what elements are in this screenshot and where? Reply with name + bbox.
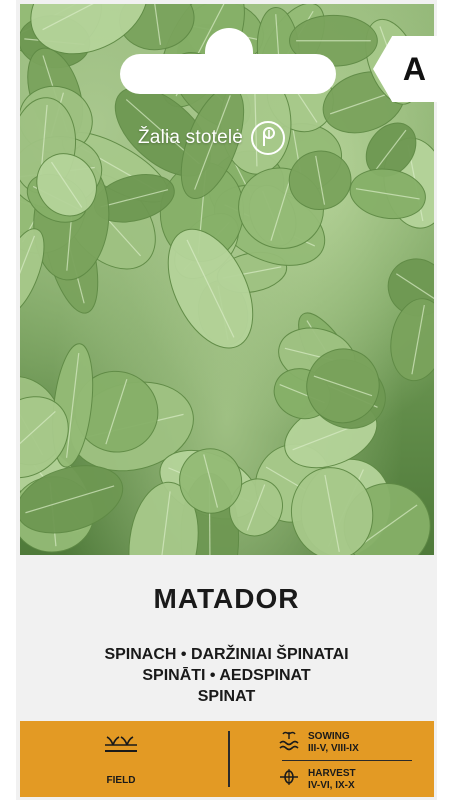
info-row-divider (282, 760, 412, 761)
spinach-leaf (390, 298, 434, 382)
growing-info-bar: FIELD SOWING III-V, VIII-IX HARVEST IV-V… (20, 721, 434, 797)
crop-names-line-2: SPINĀTI • AEDSPINAT (142, 667, 311, 684)
field-rows-icon (76, 733, 166, 755)
brand-lockup: Žalia stotelė (138, 118, 286, 158)
leaf-logo-icon (251, 121, 286, 155)
harvest-text: HARVEST IV-VI, IX-X (308, 768, 356, 792)
info-divider (228, 731, 230, 787)
grade-letter: A (402, 50, 426, 87)
sowing-label: SOWING (308, 730, 350, 742)
variety-name: MATADOR (153, 583, 300, 614)
sowing-text: SOWING III-V, VIII-IX (308, 731, 359, 755)
field-info: FIELD (76, 733, 166, 786)
packet-hanger-slot (120, 54, 336, 94)
crop-names-line-3: SPINAT (197, 688, 256, 705)
brand-name: Žalia stotelė (138, 127, 244, 148)
harvest-label: HARVEST (308, 767, 356, 779)
harvest-info: HARVEST IV-VI, IX-X (278, 766, 356, 793)
harvest-months: IV-VI, IX-X (308, 779, 355, 791)
crop-names-line-1: SPINACH • DARŽINIAI ŠPINATAI (104, 646, 349, 663)
sowing-icon (278, 729, 300, 756)
harvest-icon (278, 766, 300, 793)
sowing-info: SOWING III-V, VIII-IX (278, 729, 359, 756)
field-label: FIELD (106, 775, 136, 786)
sowing-months: III-V, VIII-IX (308, 742, 359, 754)
